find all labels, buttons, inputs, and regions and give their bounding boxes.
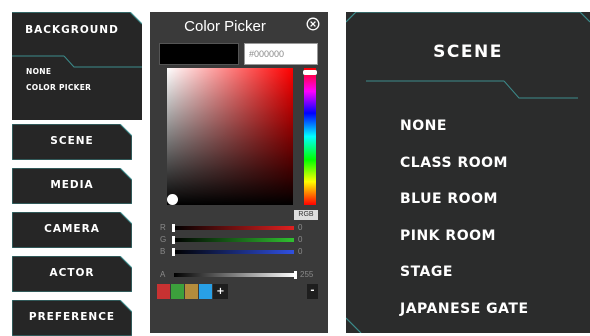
background-option-none[interactable]: NONE: [26, 67, 51, 76]
actor-button[interactable]: ACTOR: [12, 256, 132, 292]
red-channel-label: R: [160, 223, 166, 232]
color-palette: + -: [157, 284, 320, 299]
saturation-value-area[interactable]: [167, 68, 293, 205]
alpha-channel-label: A: [160, 270, 166, 279]
preference-button[interactable]: PREFERENCE: [12, 300, 132, 336]
color-mode-button[interactable]: RGB: [294, 210, 318, 220]
hue-slider-handle[interactable]: [303, 70, 317, 75]
green-channel-slider[interactable]: [174, 238, 294, 242]
background-section: BACKGROUND: [12, 12, 142, 120]
hue-slider[interactable]: [304, 68, 316, 205]
palette-swatch-red[interactable]: [157, 284, 170, 299]
red-channel-handle[interactable]: [172, 224, 175, 232]
scene-item-class-room[interactable]: CLASS ROOM: [400, 155, 508, 171]
palette-add-button[interactable]: +: [213, 284, 228, 299]
green-channel-label: G: [160, 235, 167, 244]
scene-panel: SCENE NONE CLASS ROOM BLUE ROOM PINK ROO…: [346, 12, 590, 333]
green-channel-value: 0: [298, 235, 303, 244]
preference-button-label: PREFERENCE: [28, 311, 116, 323]
palette-swatch-blue[interactable]: [199, 284, 212, 299]
scene-panel-title: SCENE: [433, 42, 503, 62]
scene-item-none[interactable]: NONE: [400, 118, 447, 134]
alpha-channel-handle[interactable]: [294, 271, 297, 279]
alpha-channel-slider[interactable]: [174, 273, 296, 277]
scene-item-stage[interactable]: STAGE: [400, 264, 453, 280]
media-button[interactable]: MEDIA: [12, 168, 132, 204]
camera-button-label: CAMERA: [44, 223, 100, 235]
hex-color-input[interactable]: [244, 43, 318, 65]
green-channel-handle[interactable]: [172, 236, 175, 244]
blue-channel-value: 0: [298, 247, 303, 256]
palette-swatch-gold[interactable]: [185, 284, 198, 299]
background-option-color-picker[interactable]: COLOR PICKER: [26, 83, 91, 92]
alpha-channel-value: 255: [300, 270, 314, 279]
actor-button-label: ACTOR: [49, 267, 95, 279]
color-picker-title: Color Picker: [184, 18, 266, 35]
blue-channel-label: B: [160, 247, 166, 256]
camera-button[interactable]: CAMERA: [12, 212, 132, 248]
red-channel-slider[interactable]: [174, 226, 294, 230]
color-preview-swatch: [159, 43, 239, 65]
palette-remove-button[interactable]: -: [307, 284, 318, 299]
red-channel-value: 0: [298, 223, 303, 232]
scene-button-label: SCENE: [50, 135, 94, 147]
blue-channel-handle[interactable]: [172, 248, 175, 256]
scene-item-japanese-gate[interactable]: JAPANESE GATE: [400, 301, 529, 317]
scene-button[interactable]: SCENE: [12, 124, 132, 160]
scene-item-pink-room[interactable]: PINK ROOM: [400, 228, 496, 244]
media-button-label: MEDIA: [50, 179, 94, 191]
blue-channel-slider[interactable]: [174, 250, 294, 254]
palette-swatch-green[interactable]: [171, 284, 184, 299]
close-circle-icon[interactable]: [306, 17, 320, 31]
background-button[interactable]: BACKGROUND: [12, 24, 132, 36]
saturation-value-cursor[interactable]: [167, 194, 178, 205]
scene-item-blue-room[interactable]: BLUE ROOM: [400, 191, 498, 207]
